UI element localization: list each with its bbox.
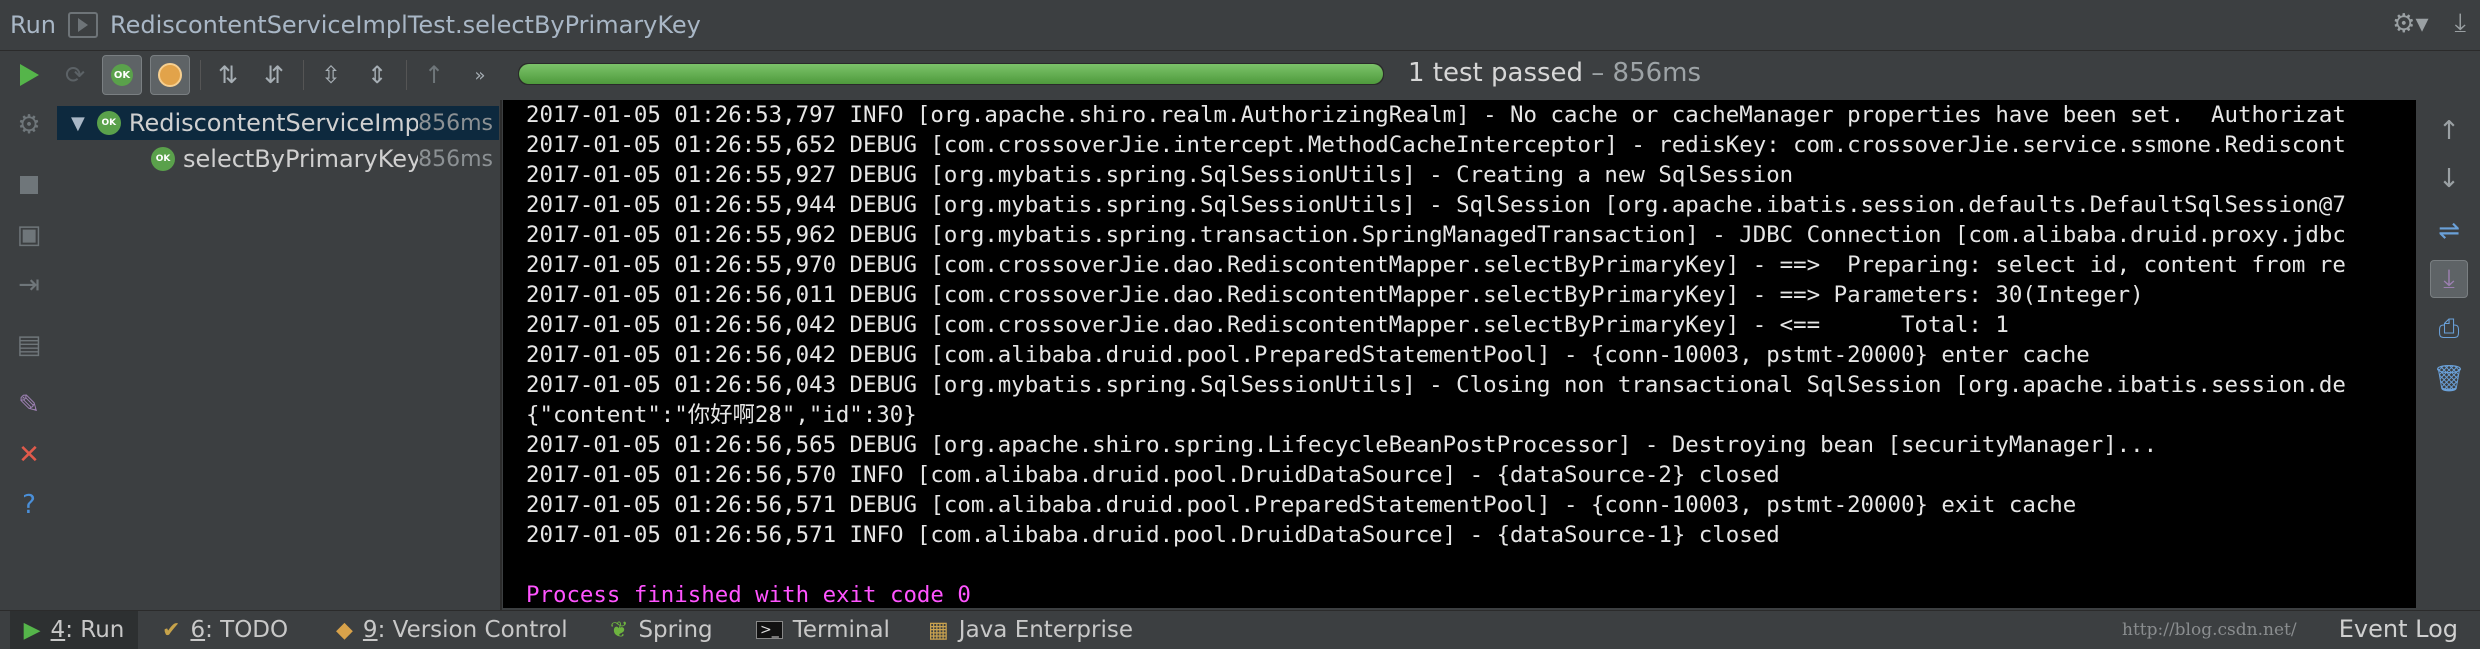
left-tool-strip: ⚙ ▣ ⇥ ▤ ✎ ✕ ? [0,100,56,610]
console-line: {"content":"你好啊28","id":30} [526,402,917,428]
test-class-name: RediscontentServiceImp [128,109,419,137]
console-line: 2017-01-05 01:26:56,571 INFO [com.alibab… [526,522,1780,548]
console-line: 2017-01-05 01:26:55,944 DEBUG [org.mybat… [526,192,2346,218]
run-icon: ▶ [23,617,41,643]
collapse-all-icon[interactable]: ⇕ [358,56,396,94]
test-status-text: 1 test passed [1408,58,1584,88]
debug-icon[interactable]: ⚙ [14,110,44,140]
console-line: 2017-01-05 01:26:56,042 DEBUG [com.aliba… [526,342,2090,368]
toolbar-separator [406,60,407,90]
tab-num: 6 [190,617,206,643]
test-status: 1 test passed – 856ms [1408,58,1701,88]
bottom-tool-window-bar: ▶ 4: Run ✔ 6: TODO ◆ 9: Version Control … [0,610,2480,649]
tab-label: : Version Control [377,617,568,643]
import-icon[interactable]: ⇥ [14,270,44,300]
tab-spring[interactable]: ❦ Spring [610,611,713,649]
test-tree: ▼ OK RediscontentServiceImp 856ms OK sel… [57,104,499,608]
ignored-badge-icon [158,63,182,87]
more-icon[interactable]: » [461,56,499,94]
test-progress-bar [518,63,1384,85]
camera-icon[interactable]: ▣ [14,220,44,250]
rerun-icon[interactable] [10,56,48,94]
test-method-name: selectByPrimaryKey [183,145,419,173]
scroll-up-icon[interactable]: ↑ [2434,116,2464,146]
test-progress-fill [519,64,1383,84]
hide-icon[interactable]: ⤓ [2455,8,2467,39]
tab-num: 4 [50,617,66,643]
event-log-button[interactable]: Event Log [2339,615,2458,643]
tab-label: Spring [638,617,713,643]
expand-all-icon[interactable]: ⇳ [312,56,350,94]
tree-row-child[interactable]: OK selectByPrimaryKey 856ms [57,142,499,176]
console-output[interactable]: 2017-01-05 01:26:53,797 INFO [org.apache… [503,100,2416,608]
console-line: 2017-01-05 01:26:55,962 DEBUG [org.mybat… [526,222,2346,248]
collapse-arrow-icon[interactable]: ▼ [71,113,97,134]
console-line: 2017-01-05 01:26:56,565 DEBUG [org.apach… [526,432,2158,458]
splitter[interactable] [500,100,502,610]
show-passed-icon[interactable]: OK [102,55,142,95]
test-status-time: – 856ms [1583,58,1702,88]
rerun-failed-icon[interactable]: ⟳ [56,56,94,94]
run-config-name: RediscontentServiceImplTest.selectByPrim… [110,11,701,39]
console-line: 2017-01-05 01:26:55,652 DEBUG [com.cross… [526,132,2346,158]
tab-label: Terminal [792,617,890,643]
stop-icon[interactable] [14,170,44,200]
gear-icon[interactable]: ⚙▾ [2392,9,2428,39]
ok-badge: OK [111,64,133,86]
run-window-label: Run [10,11,57,39]
tab-run[interactable]: ▶ 4: Run [10,611,138,649]
tab-label: : TODO [205,617,289,643]
prev-failed-icon[interactable]: ↑ [415,56,453,94]
scroll-to-end-icon[interactable]: ⤓ [2430,260,2468,298]
toolbar-separator [303,60,304,90]
console-line: 2017-01-05 01:26:55,970 DEBUG [com.cross… [526,252,2346,278]
right-tool-strip: ↑ ↓ ⇌ ⤓ ⎙ 🗑 [2418,100,2480,610]
process-finished-line: Process finished with exit code 0 [526,582,971,608]
console-line: 2017-01-05 01:26:53,797 INFO [org.apache… [526,102,2346,128]
console-line: 2017-01-05 01:26:56,571 DEBUG [com.aliba… [526,492,2077,518]
event-log-label: Event Log [2338,615,2458,643]
soft-wrap-icon[interactable]: ⇌ [2434,216,2464,246]
title-bar: Run RediscontentServiceImplTest.selectBy… [0,0,2480,51]
show-ignored-icon[interactable] [150,55,190,95]
tab-java-enterprise[interactable]: ▦ Java Enterprise [928,611,1133,649]
pin-icon[interactable]: ✎ [14,390,44,420]
spring-icon: ❦ [610,617,629,643]
help-icon[interactable]: ? [14,490,44,520]
tab-terminal[interactable]: >_ Terminal [756,611,890,649]
ok-badge: OK [96,111,121,135]
layout-icon[interactable]: ▤ [14,330,44,360]
java-enterprise-icon: ▦ [928,617,949,643]
tab-label: Java Enterprise [958,617,1134,643]
watermark: http://blog.csdn.net/ [2122,620,2297,640]
todo-icon: ✔ [162,617,181,643]
console-line: 2017-01-05 01:26:56,570 INFO [com.alibab… [526,462,1780,488]
toolbar-separator [200,60,201,90]
test-duration: 856ms [418,146,493,172]
sort-duration-icon[interactable]: ⇵ [255,56,293,94]
close-icon[interactable]: ✕ [14,440,44,470]
tree-row-root[interactable]: ▼ OK RediscontentServiceImp 856ms [57,106,499,140]
console-line: 2017-01-05 01:26:55,927 DEBUG [org.mybat… [526,162,1794,188]
console-line: 2017-01-05 01:26:56,011 DEBUG [com.cross… [526,282,2144,308]
console-line: 2017-01-05 01:26:56,043 DEBUG [org.mybat… [526,372,2346,398]
tab-num: 9 [362,617,378,643]
tab-label: : Run [65,617,125,643]
vcs-icon: ◆ [336,617,353,643]
terminal-icon: >_ [756,621,783,639]
run-config-icon [68,12,99,38]
ok-badge: OK [151,147,175,171]
tab-version-control[interactable]: ◆ 9: Version Control [336,611,568,649]
tab-todo[interactable]: ✔ 6: TODO [162,611,288,649]
sort-alpha-icon[interactable]: ⇅ [209,56,247,94]
test-duration: 856ms [418,110,493,136]
trash-icon[interactable]: 🗑 [2433,364,2466,394]
scroll-down-icon[interactable]: ↓ [2434,164,2464,194]
print-icon[interactable]: ⎙ [2434,314,2464,344]
console-line: 2017-01-05 01:26:56,042 DEBUG [com.cross… [526,312,2009,338]
